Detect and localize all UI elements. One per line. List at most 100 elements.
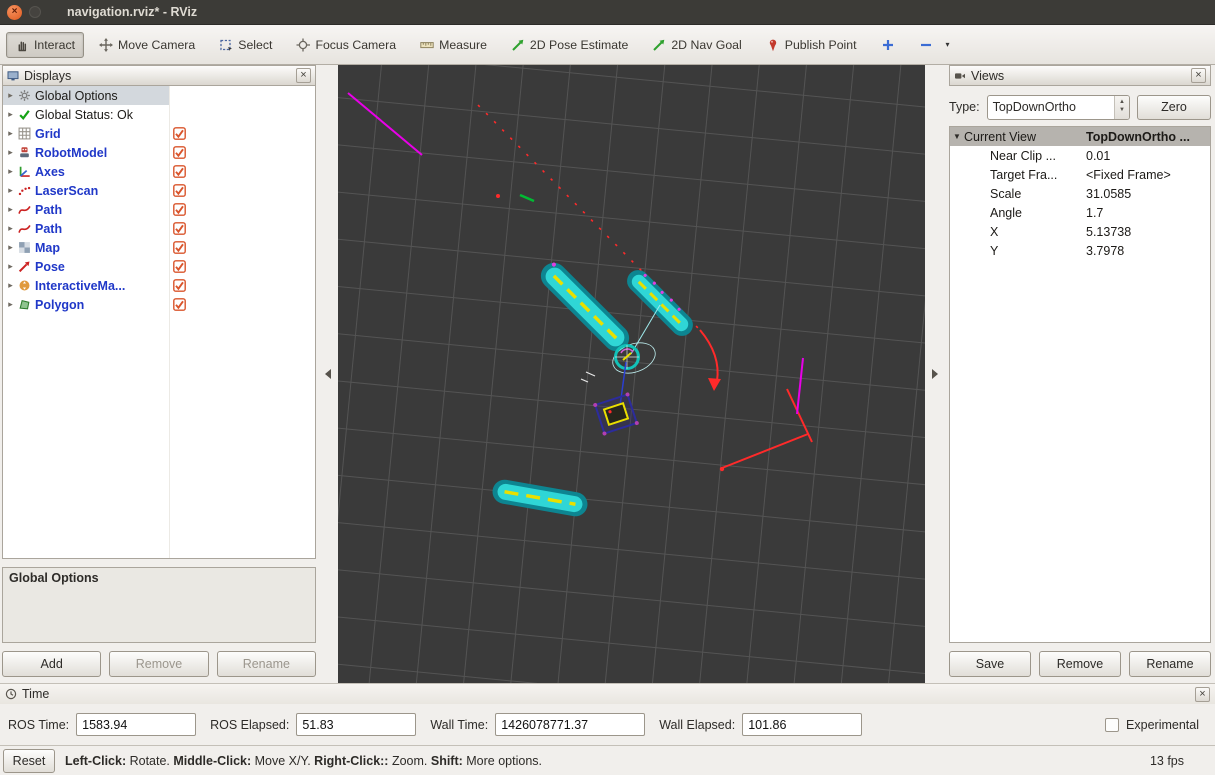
display-enabled-checkbox[interactable] bbox=[173, 279, 186, 292]
view-property-scale[interactable]: Scale31.0585 bbox=[950, 184, 1210, 203]
tool-2d-pose-estimate[interactable]: 2D Pose Estimate bbox=[502, 32, 637, 58]
axes-icon bbox=[18, 165, 31, 178]
wall-elapsed-input[interactable] bbox=[742, 713, 862, 736]
collapse-right-icon[interactable] bbox=[932, 369, 938, 379]
view-property-x[interactable]: X5.13738 bbox=[950, 222, 1210, 241]
wall-time-input[interactable] bbox=[495, 713, 645, 736]
expander-icon[interactable]: ▸ bbox=[3, 299, 18, 310]
expander-icon[interactable]: ▸ bbox=[3, 242, 18, 253]
expander-icon[interactable]: ▸ bbox=[3, 109, 18, 120]
move-camera-icon bbox=[99, 38, 113, 52]
3d-scene-canvas[interactable] bbox=[338, 65, 925, 683]
expander-icon[interactable]: ▸ bbox=[3, 204, 18, 215]
rviz-window: × navigation.rviz* - RViz InteractMove C… bbox=[0, 0, 1215, 775]
nav-goal-arrow-icon bbox=[652, 38, 666, 52]
time-close-icon[interactable]: × bbox=[1195, 687, 1210, 702]
ros-elapsed-input[interactable] bbox=[296, 713, 416, 736]
view-property-y[interactable]: Y3.7978 bbox=[950, 241, 1210, 260]
displays-panel-header[interactable]: Displays × bbox=[2, 65, 316, 86]
ros-time-input[interactable] bbox=[76, 713, 196, 736]
tool-publish-point[interactable]: Publish Point bbox=[757, 32, 866, 58]
polygon-icon bbox=[18, 298, 31, 311]
expander-icon[interactable]: ▸ bbox=[3, 280, 18, 291]
display-enabled-checkbox[interactable] bbox=[173, 260, 186, 273]
titlebar[interactable]: × navigation.rviz* - RViz bbox=[0, 0, 1215, 25]
display-item-path[interactable]: ▸ Path bbox=[3, 219, 315, 238]
expander-icon[interactable]: ▸ bbox=[3, 90, 18, 101]
tool-select[interactable]: Select bbox=[210, 32, 281, 58]
render-viewport[interactable] bbox=[338, 65, 925, 683]
description-title: Global Options bbox=[3, 568, 315, 588]
window-close-button[interactable]: × bbox=[7, 5, 22, 20]
toolbar-tools: InteractMove CameraSelectFocus CameraMea… bbox=[0, 25, 1215, 65]
remove-display-button[interactable]: Remove bbox=[109, 651, 208, 677]
add-display-button[interactable]: Add bbox=[2, 651, 101, 677]
view-property-target-fra[interactable]: Target Fra...<Fixed Frame> bbox=[950, 165, 1210, 184]
display-enabled-checkbox[interactable] bbox=[173, 184, 186, 197]
expander-icon[interactable]: ▸ bbox=[3, 147, 18, 158]
display-enabled-checkbox[interactable] bbox=[173, 127, 186, 140]
displays-close-icon[interactable]: × bbox=[296, 68, 311, 83]
zero-button[interactable]: Zero bbox=[1137, 95, 1211, 120]
display-enabled-checkbox[interactable] bbox=[173, 298, 186, 311]
expander-icon[interactable]: ▸ bbox=[3, 223, 18, 234]
views-close-icon[interactable]: × bbox=[1191, 68, 1206, 83]
tool-focus-camera[interactable]: Focus Camera bbox=[287, 32, 405, 58]
display-item-pose[interactable]: ▸ Pose bbox=[3, 257, 315, 276]
views-panel-header[interactable]: Views × bbox=[949, 65, 1211, 86]
collapse-left-icon[interactable] bbox=[325, 369, 331, 379]
display-item-map[interactable]: ▸ Map bbox=[3, 238, 315, 257]
tool-move-camera[interactable]: Move Camera bbox=[90, 32, 204, 58]
display-item-polygon[interactable]: ▸ Polygon bbox=[3, 295, 315, 314]
display-item-axes[interactable]: ▸ Axes bbox=[3, 162, 315, 181]
tool-2d-nav-goal[interactable]: 2D Nav Goal bbox=[643, 32, 750, 58]
expander-icon[interactable]: ▸ bbox=[3, 166, 18, 177]
status-bar: Reset Left-Click: Rotate. Middle-Click: … bbox=[0, 745, 1215, 775]
display-enabled-checkbox[interactable] bbox=[173, 203, 186, 216]
display-enabled-checkbox[interactable] bbox=[173, 222, 186, 235]
display-item-robotmodel[interactable]: ▸ RobotModel bbox=[3, 143, 315, 162]
display-item-interactivema[interactable]: ▸ InteractiveMa... bbox=[3, 276, 315, 295]
tool-measure[interactable]: Measure bbox=[411, 32, 496, 58]
display-item-grid[interactable]: ▸ Grid bbox=[3, 124, 315, 143]
spinner-arrows-icon[interactable]: ▲▼ bbox=[1114, 96, 1129, 119]
views-panel-title: Views bbox=[971, 69, 1004, 83]
display-item-global-status-ok[interactable]: ▸ Global Status: Ok bbox=[3, 105, 315, 124]
left-splitter[interactable] bbox=[318, 65, 338, 683]
display-item-global-options[interactable]: ▸ Global Options bbox=[3, 86, 315, 105]
view-property-near-clip[interactable]: Near Clip ...0.01 bbox=[950, 146, 1210, 165]
views-properties: Near Clip ...0.01Target Fra...<Fixed Fra… bbox=[950, 146, 1210, 260]
view-type-row: Type: TopDownOrtho ▲▼ Zero bbox=[949, 94, 1211, 120]
view-type-combo[interactable]: TopDownOrtho ▲▼ bbox=[987, 95, 1130, 120]
display-enabled-checkbox[interactable] bbox=[173, 146, 186, 159]
tool-interact[interactable]: Interact bbox=[6, 32, 84, 58]
expander-icon[interactable]: ▸ bbox=[3, 128, 18, 139]
tool-remove-tool-minus-icon[interactable] bbox=[910, 32, 942, 58]
clock-icon bbox=[5, 688, 17, 700]
right-splitter[interactable] bbox=[925, 65, 945, 683]
tool-overflow-caret-icon[interactable]: ▾ bbox=[946, 40, 950, 49]
remove-view-button[interactable]: Remove bbox=[1039, 651, 1121, 677]
display-enabled-checkbox[interactable] bbox=[173, 241, 186, 254]
rename-view-button[interactable]: Rename bbox=[1129, 651, 1211, 677]
current-view-row[interactable]: ▼ Current View TopDownOrtho ... bbox=[950, 127, 1210, 146]
display-enabled-checkbox[interactable] bbox=[173, 165, 186, 178]
views-panel: Views × Type: TopDownOrtho ▲▼ Zero ▼ Cur… bbox=[945, 65, 1215, 683]
time-panel-header[interactable]: Time × bbox=[0, 684, 1215, 704]
tool-add-tool-plus-icon[interactable] bbox=[872, 32, 904, 58]
window-minimize-button[interactable] bbox=[29, 6, 41, 18]
display-item-laserscan[interactable]: ▸ LaserScan bbox=[3, 181, 315, 200]
save-view-button[interactable]: Save bbox=[949, 651, 1031, 677]
rename-display-button[interactable]: Rename bbox=[217, 651, 316, 677]
collapse-icon[interactable]: ▼ bbox=[950, 132, 964, 141]
experimental-checkbox[interactable] bbox=[1105, 718, 1119, 732]
remove-tool-minus-icon bbox=[919, 38, 933, 52]
time-field-wall-time: Wall Time: bbox=[430, 713, 645, 736]
expander-icon[interactable]: ▸ bbox=[3, 261, 18, 272]
displays-monitor-icon bbox=[7, 70, 19, 82]
display-item-path[interactable]: ▸ Path bbox=[3, 200, 315, 219]
reset-button[interactable]: Reset bbox=[3, 749, 55, 773]
path-icon bbox=[18, 222, 31, 235]
expander-icon[interactable]: ▸ bbox=[3, 185, 18, 196]
view-property-angle[interactable]: Angle1.7 bbox=[950, 203, 1210, 222]
